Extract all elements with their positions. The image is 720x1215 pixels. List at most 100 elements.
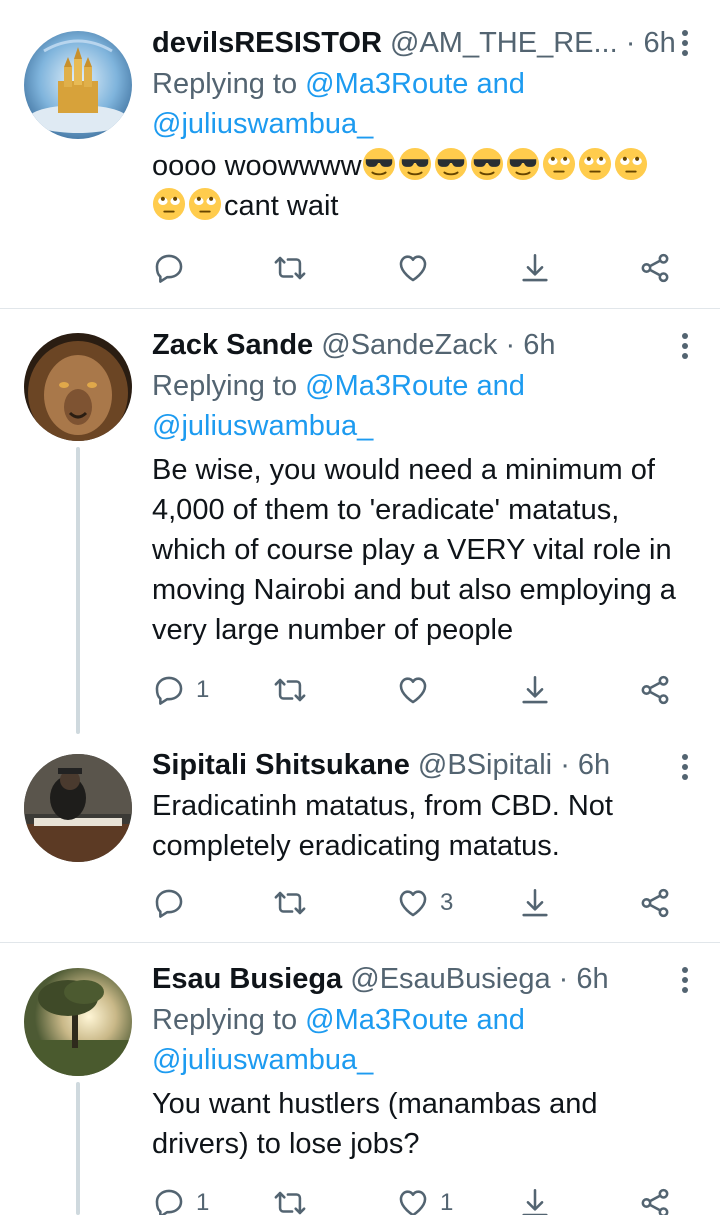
tweet-timestamp[interactable]: 6h xyxy=(643,27,675,59)
retweet-button[interactable] xyxy=(273,1181,307,1215)
download-icon xyxy=(518,251,552,285)
like-button[interactable] xyxy=(396,246,430,290)
author-name[interactable]: devilsRESISTOR xyxy=(152,27,382,59)
tweet-text: oooo woowwww cant wait xyxy=(152,146,700,226)
tweet-timestamp[interactable]: 6h xyxy=(576,963,608,995)
reply-count: 1 xyxy=(196,1189,210,1215)
retweet-icon xyxy=(273,251,307,285)
reply-button[interactable]: 1 xyxy=(152,1181,209,1215)
author-name[interactable]: Esau Busiega xyxy=(152,963,342,995)
tweet-text-end: cant wait xyxy=(224,190,339,222)
tweet-text-start: oooo woowwww xyxy=(152,150,362,182)
eye-roll-emoji xyxy=(152,187,186,221)
reply-icon xyxy=(152,251,186,285)
share-button[interactable] xyxy=(638,246,672,290)
retweet-button[interactable] xyxy=(273,668,307,712)
tweet-esau-busiega[interactable]: Esau Busiega @EsauBusiega · 6h Replying … xyxy=(0,943,720,1215)
download-icon xyxy=(518,886,552,920)
like-count: 1 xyxy=(440,1189,454,1215)
reply-button[interactable]: 1 xyxy=(152,668,209,712)
author-handle[interactable]: @SandeZack xyxy=(321,329,497,361)
eye-roll-emoji xyxy=(578,147,612,181)
reply-button[interactable] xyxy=(152,246,196,290)
share-button[interactable] xyxy=(638,668,672,712)
like-button[interactable] xyxy=(396,668,430,712)
tweet-sipitali-shitsukane[interactable]: Sipitali Shitsukane @BSipitali · 6h Erad… xyxy=(0,734,720,942)
mention-link[interactable]: @juliuswambua_ xyxy=(152,1044,373,1076)
share-button[interactable] xyxy=(638,1181,672,1215)
retweet-icon xyxy=(273,886,307,920)
tweet-text: Eradicatinh matatus, from CBD. Not compl… xyxy=(152,786,700,866)
eye-roll-emoji xyxy=(614,147,648,181)
replying-to-label: Replying to xyxy=(152,370,298,402)
replying-to: Replying to @Ma3Route and xyxy=(152,1000,700,1040)
tweet-devilsresistor[interactable]: devilsRESISTOR @AM_THE_RE... · 6h Replyi… xyxy=(0,0,720,308)
replying-to-line-2: @juliuswambua_ xyxy=(152,406,700,446)
castle-avatar[interactable] xyxy=(24,31,132,139)
mention-link[interactable]: @Ma3Route and xyxy=(305,68,525,100)
heart-icon xyxy=(396,1186,430,1215)
download-button[interactable] xyxy=(518,881,552,925)
reply-icon xyxy=(152,886,186,920)
more-options-icon[interactable] xyxy=(680,754,690,784)
tweet-text: You want hustlers (manambas and drivers)… xyxy=(152,1084,700,1164)
mention-link[interactable]: @Ma3Route and xyxy=(305,1004,525,1036)
download-button[interactable] xyxy=(518,1181,552,1215)
heart-icon xyxy=(396,673,430,707)
replying-to-label: Replying to xyxy=(152,1004,298,1036)
author-handle[interactable]: @AM_THE_RE... xyxy=(390,27,618,59)
mention-link[interactable]: @juliuswambua_ xyxy=(152,410,373,442)
more-options-icon[interactable] xyxy=(680,967,690,997)
tweet-zack-sande[interactable]: Zack Sande @SandeZack · 6h Replying to @… xyxy=(0,309,720,734)
eye-roll-emoji xyxy=(542,147,576,181)
thread-line xyxy=(76,1082,80,1215)
separator-dot: · xyxy=(560,749,570,781)
replying-to-line-2: @juliuswambua_ xyxy=(152,1040,700,1080)
heart-icon xyxy=(396,886,430,920)
download-icon xyxy=(518,1186,552,1215)
reply-button[interactable] xyxy=(152,881,196,925)
tweet-actions: 3 xyxy=(152,881,692,925)
like-button[interactable]: 1 xyxy=(396,1181,453,1215)
tweet-text-line: which of course play a VERY vital role i… xyxy=(152,534,672,566)
retweet-button[interactable] xyxy=(273,881,307,925)
tweet-text-line: You want hustlers (manambas and xyxy=(152,1088,598,1120)
reply-count: 1 xyxy=(196,676,210,703)
lion-avatar[interactable] xyxy=(24,333,132,441)
like-button[interactable]: 3 xyxy=(396,881,453,925)
tweet-timestamp[interactable]: 6h xyxy=(523,329,555,361)
author-handle[interactable]: @BSipitali xyxy=(418,749,552,781)
heart-icon xyxy=(396,251,430,285)
more-options-icon[interactable] xyxy=(680,333,690,363)
reply-icon xyxy=(152,1186,186,1215)
mention-link[interactable]: @Ma3Route and xyxy=(305,370,525,402)
download-button[interactable] xyxy=(518,246,552,290)
sunglasses-emoji xyxy=(470,147,504,181)
tweet-text-line: drivers) to lose jobs? xyxy=(152,1128,420,1160)
share-button[interactable] xyxy=(638,881,672,925)
author-name[interactable]: Sipitali Shitsukane xyxy=(152,749,410,781)
tweet-text-line: Eradicatinh matatus, from CBD. Not xyxy=(152,790,613,822)
retweet-icon xyxy=(273,673,307,707)
reply-icon xyxy=(152,673,186,707)
author-name[interactable]: Zack Sande xyxy=(152,329,313,361)
retweet-button[interactable] xyxy=(273,246,307,290)
tweet-text-line: very large number of people xyxy=(152,614,514,646)
piano-avatar[interactable] xyxy=(24,754,132,862)
tweet-timestamp[interactable]: 6h xyxy=(578,749,610,781)
tweet-actions: 1 1 xyxy=(152,1181,692,1215)
share-icon xyxy=(638,1186,672,1215)
separator-dot: · xyxy=(505,329,516,361)
tweet-text-line: moving Nairobi and but also employing a xyxy=(152,574,676,606)
sunglasses-emoji xyxy=(506,147,540,181)
separator-dot: · xyxy=(625,27,636,59)
tweet-actions: 1 xyxy=(152,668,692,712)
download-button[interactable] xyxy=(518,668,552,712)
sunglasses-emoji xyxy=(434,147,468,181)
tree-avatar[interactable] xyxy=(24,968,132,1076)
author-handle[interactable]: @EsauBusiega xyxy=(350,963,550,995)
more-options-icon[interactable] xyxy=(680,30,690,60)
mention-link[interactable]: @juliuswambua_ xyxy=(152,108,373,140)
download-icon xyxy=(518,673,552,707)
share-icon xyxy=(638,673,672,707)
